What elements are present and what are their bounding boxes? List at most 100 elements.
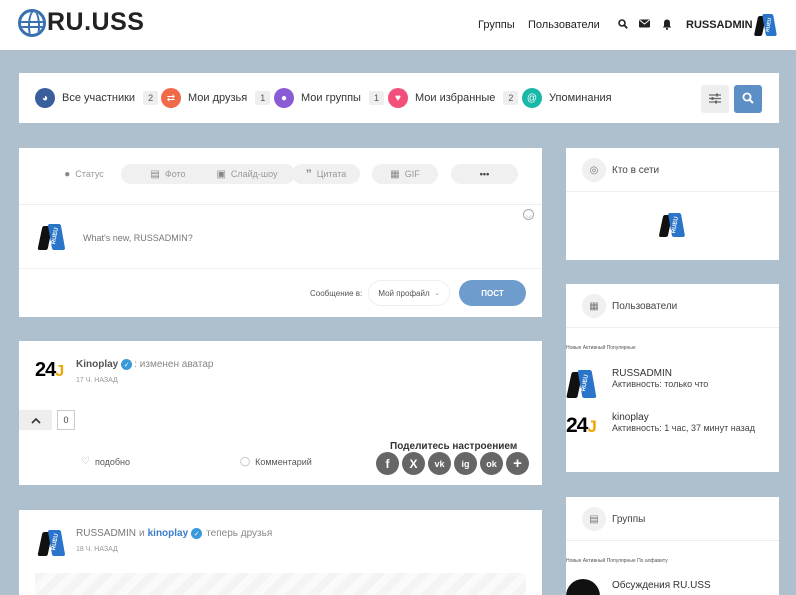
like-button[interactable]: ♡ подобно [81, 456, 130, 467]
count-badge: 2 [503, 91, 519, 105]
divider [19, 204, 542, 205]
globe-icon: ◕ [35, 88, 55, 108]
tab-gif[interactable]: ▦ GIF [372, 164, 438, 184]
user-avatar[interactable]: RUEU [566, 368, 598, 400]
cover-image [35, 573, 526, 595]
header-username[interactable]: RUSSADMIN [686, 19, 753, 31]
upvote-button[interactable] [19, 410, 52, 430]
tab-quote[interactable]: ” Цитата [292, 164, 360, 184]
group-name[interactable]: Обсуждения RU.USS [612, 580, 711, 591]
activity-search-button[interactable] [734, 85, 762, 113]
photo-icon: ▤ [150, 168, 160, 180]
activity-user-link[interactable]: kinoplay [148, 528, 189, 539]
instagram-icon[interactable]: ig [454, 452, 477, 475]
composer-avatar: RUEU [37, 222, 67, 252]
filter-my-groups[interactable]: ● Мои группы 1 [274, 88, 384, 108]
vk-icon[interactable]: vk [428, 452, 451, 475]
filter-all-members[interactable]: ◕ Все участники 2 [35, 88, 159, 108]
user-name[interactable]: RUSSADMIN [612, 368, 672, 379]
count-badge: 1 [255, 91, 271, 105]
activity-item: 24J Kinoplay ✓ : изменен аватар 17 Ч. НА… [19, 341, 542, 485]
sliders-icon [709, 92, 721, 107]
users-list-icon: ▦ [582, 294, 606, 318]
users-widget: ▦ Пользователи Новые Активный Популярные… [566, 284, 779, 472]
post-input[interactable] [83, 228, 503, 248]
filter-my-favorites[interactable]: ♥ Мои избранные 2 [388, 88, 519, 108]
activity-time: 17 Ч. НАЗАД [76, 377, 118, 384]
activity-item: RUEU RUSSADMIN и kinoplay ✓ теперь друзь… [19, 510, 542, 595]
group-avatar[interactable] [566, 579, 600, 595]
top-header: RU.USS Группы Пользователи RUSSADMIN RUE… [0, 0, 796, 50]
user-activity: Активность: только что [612, 379, 709, 389]
heart-icon: ♥ [388, 88, 408, 108]
filter-mentions[interactable]: @ Упоминания [522, 88, 612, 108]
globe-logo-icon [18, 8, 46, 37]
activity-header: Kinoplay ✓ : изменен аватар [76, 359, 214, 370]
widget-title: Группы [612, 514, 646, 525]
comment-button[interactable]: ◯ Комментарий [240, 456, 312, 467]
russadmin-avatar[interactable]: RUEU [37, 528, 67, 558]
activity-header: RUSSADMIN и kinoplay ✓ теперь друзья [76, 528, 273, 539]
radar-icon: ◎ [582, 158, 606, 182]
user-name[interactable]: kinoplay [612, 412, 649, 423]
emoji-icon[interactable]: ◡ [523, 209, 534, 220]
more-dots-icon: ••• [479, 169, 490, 179]
activity-filter-bar: ◕ Все участники 2 ⇄ Мои друзья 1 ● Мои г… [19, 73, 779, 123]
more-share-icon[interactable]: + [506, 452, 529, 475]
search-icon [742, 92, 754, 107]
count-badge: 2 [143, 91, 159, 105]
filter-settings-button[interactable] [701, 85, 729, 113]
x-twitter-icon[interactable]: X [402, 452, 425, 475]
speech-bubble-icon: ● [64, 168, 71, 180]
at-icon: @ [522, 88, 542, 108]
online-user-avatar[interactable]: RUEU [658, 211, 686, 239]
users-tabs[interactable]: Новые Активный Популярные [566, 345, 636, 351]
verified-icon: ✓ [191, 528, 203, 539]
quote-icon: ” [305, 167, 312, 181]
envelope-icon[interactable] [639, 19, 650, 31]
nav-users[interactable]: Пользователи [528, 19, 600, 31]
bell-icon[interactable] [662, 19, 672, 33]
widget-title: Пользователи [612, 301, 678, 312]
header-avatar[interactable]: RUEU [753, 13, 778, 37]
handshake-icon: ⇄ [161, 88, 181, 108]
tab-more[interactable]: ••• [451, 164, 518, 184]
groups-widget: ▤ Группы Новые Активный Популярные По ал… [566, 497, 779, 595]
heart-icon: ♡ [81, 456, 90, 467]
groups-list-icon: ▤ [582, 507, 606, 531]
post-in-select[interactable]: Мой профайл ⌄ [368, 280, 450, 306]
post-in-label: Сообщение в: [310, 289, 363, 298]
kinoplay-avatar[interactable]: 24J [35, 359, 67, 387]
filter-my-friends[interactable]: ⇄ Мои друзья 1 [161, 88, 271, 108]
activity-user-link[interactable]: RUSSADMIN [76, 528, 136, 539]
logo-text: RU.USS [47, 8, 145, 36]
share-title: Поделитесь настроением [390, 441, 518, 452]
image-icon: ▦ [390, 168, 400, 180]
user-activity: Активность: 1 час, 37 минут назад [612, 423, 756, 433]
nav-groups[interactable]: Группы [478, 19, 515, 31]
comment-icon: ◯ [240, 456, 251, 466]
groups-tabs[interactable]: Новые Активный Популярные По алфавиту [566, 558, 668, 564]
widget-title: Кто в сети [612, 165, 660, 176]
film-icon: ▣ [216, 168, 226, 180]
verified-icon: ✓ [121, 359, 133, 370]
chevron-down-icon: ⌄ [434, 290, 440, 297]
activity-user-link[interactable]: Kinoplay [76, 359, 118, 370]
user-avatar[interactable]: 24J [566, 414, 600, 444]
group-icon: ● [274, 88, 294, 108]
facebook-icon[interactable]: f [376, 452, 399, 475]
tab-slideshow[interactable]: ▣ Слайд-шоу [199, 164, 295, 184]
odnoklassniki-icon[interactable]: ok [480, 452, 503, 475]
post-form: ● Статус ▤ Фото ▣ Слайд-шоу ” Цитата ▦ GIF ••… [19, 148, 542, 317]
activity-time: 18 Ч. НАЗАД [76, 546, 118, 553]
tab-status[interactable]: ● Статус [41, 164, 127, 184]
search-icon[interactable] [618, 19, 628, 32]
divider [566, 540, 779, 541]
divider [566, 191, 779, 192]
site-logo[interactable]: RU.USS [18, 8, 144, 37]
share-icons: f X vk ig ok + [376, 452, 536, 476]
post-submit-button[interactable]: ПОСТ [459, 280, 526, 306]
online-widget: ◎ Кто в сети RUEU [566, 148, 779, 260]
vote-count: 0 [57, 410, 75, 430]
divider [19, 268, 542, 269]
